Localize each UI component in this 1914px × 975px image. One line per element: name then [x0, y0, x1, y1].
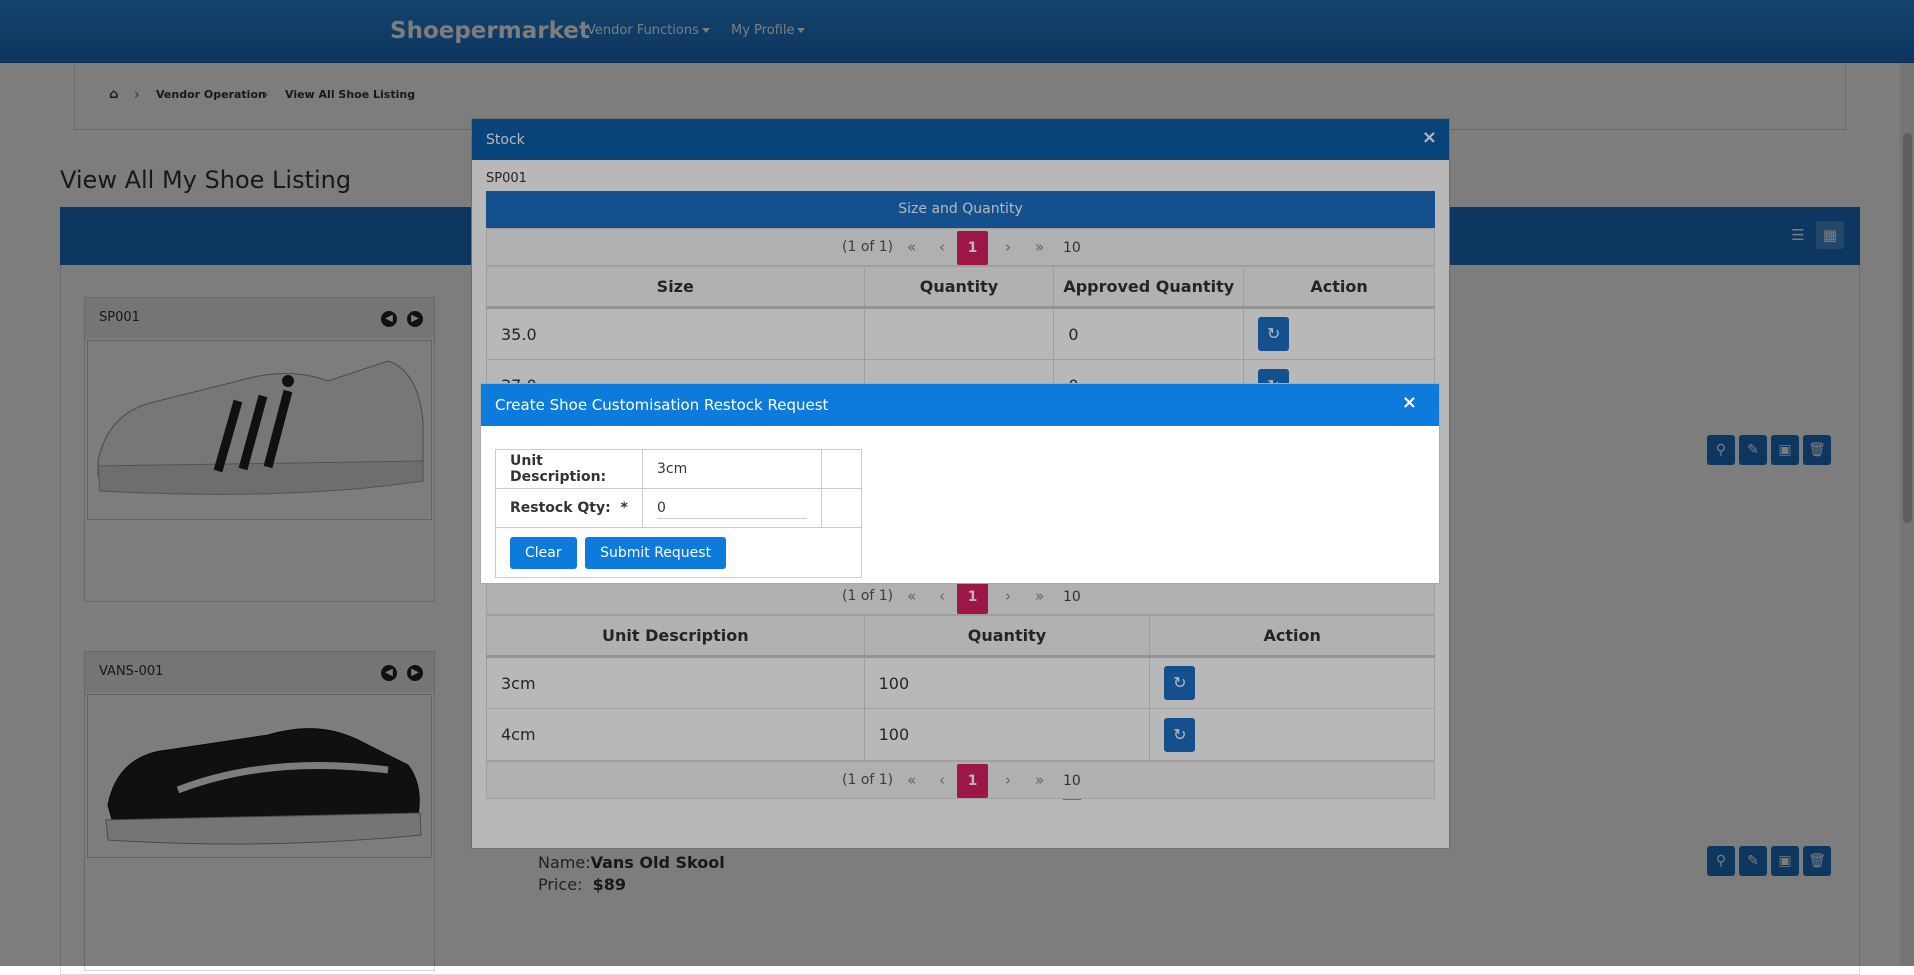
close-icon[interactable]: × [1402, 392, 1417, 413]
restock-request-dialog: Create Shoe Customisation Restock Reques… [480, 383, 1440, 584]
submit-request-button[interactable]: Submit Request [585, 536, 727, 569]
restock-form: Unit Description: 3cm Restock Qty: * Cle… [495, 449, 862, 578]
clear-button[interactable]: Clear [510, 536, 577, 569]
form-row: Clear Submit Request [495, 527, 862, 578]
message-cell [821, 488, 862, 528]
unit-description-label: Unit Description: [495, 449, 643, 489]
required-marker: * [620, 500, 628, 516]
message-cell [821, 449, 862, 489]
form-buttons: Clear Submit Request [495, 527, 862, 578]
form-row: Unit Description: 3cm [495, 449, 862, 489]
restock-dialog-header: Create Shoe Customisation Restock Reques… [481, 384, 1439, 426]
unit-description-value: 3cm [642, 449, 822, 489]
restock-qty-label-text: Restock Qty: [510, 500, 611, 516]
restock-qty-cell [642, 488, 822, 528]
restock-qty-label: Restock Qty: * [495, 488, 643, 528]
restock-dialog-title: Create Shoe Customisation Restock Reques… [495, 396, 829, 414]
restock-qty-input[interactable] [657, 497, 807, 519]
form-row: Restock Qty: * [495, 488, 862, 528]
